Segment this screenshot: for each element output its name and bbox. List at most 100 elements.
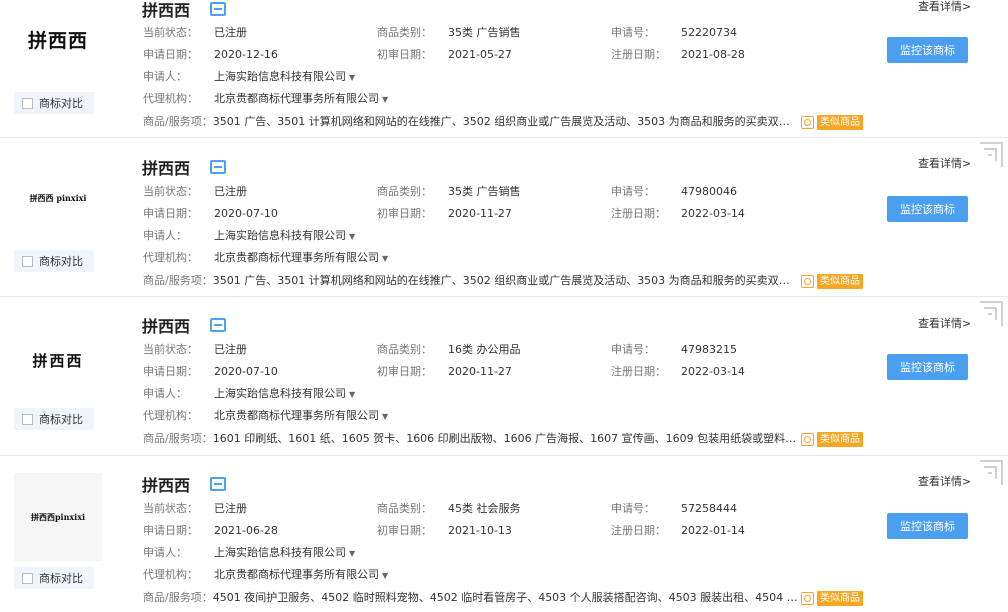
goods-label: 商品/服务项：	[143, 274, 213, 287]
agent-value: 北京贵都商标代理事务所有限公司	[214, 409, 379, 422]
goods-value: 4501 夜间护卫服务、4502 临时照料宠物、4502 临时看管房子、4503…	[212, 591, 798, 604]
agent-value: 北京贵都商标代理事务所有限公司	[214, 251, 379, 264]
agent-label: 代理机构：	[143, 251, 198, 264]
prelim-date-label: 初审日期：	[377, 365, 432, 378]
trademark-title[interactable]: 拼西西	[142, 313, 227, 337]
goods-value: 3501 广告、3501 计算机网络和网站的在线推广、3502 组织商业或广告展…	[212, 115, 798, 128]
caret-down-icon: ▼	[349, 390, 356, 399]
applicant-dropdown[interactable]: 上海实跆信息科技有限公司 ▼	[214, 69, 355, 86]
category-value: 45类 社会服务	[448, 502, 521, 515]
similar-goods-button[interactable]: 类似商品	[801, 114, 863, 130]
monitor-trademark-button[interactable]: 监控该商标	[887, 196, 968, 222]
reg-date-label: 注册日期：	[611, 207, 666, 220]
caret-down-icon: ▼	[382, 95, 389, 104]
applicant-value: 上海实跆信息科技有限公司	[214, 229, 346, 242]
applicant-dropdown[interactable]: 上海实跆信息科技有限公司 ▼	[214, 386, 355, 403]
category-label: 商品类别：	[377, 185, 432, 198]
trademark-name[interactable]: 拼西西	[142, 0, 190, 21]
applicant-label: 申请人：	[143, 229, 187, 242]
apply-date-value: 2020-07-10	[214, 207, 278, 220]
apply-date-label: 申请日期：	[143, 524, 198, 537]
status-value: 已注册	[214, 343, 247, 356]
monitor-trademark-button[interactable]: 监控该商标	[887, 37, 968, 63]
goods-label: 商品/服务项：	[143, 591, 213, 604]
view-detail-link[interactable]: 查看详情>	[918, 155, 971, 171]
trademark-title[interactable]: 拼西西	[142, 0, 227, 21]
agent-dropdown[interactable]: 北京贵都商标代理事务所有限公司 ▼	[214, 567, 388, 584]
caret-down-icon: ▼	[382, 254, 389, 263]
reg-no-value: 47983215	[681, 343, 737, 356]
agent-dropdown[interactable]: 北京贵都商标代理事务所有限公司 ▼	[214, 91, 388, 108]
monitor-trademark-button[interactable]: 监控该商标	[887, 354, 968, 380]
trademark-title[interactable]: 拼西西	[142, 155, 227, 179]
caret-down-icon: ▼	[349, 549, 356, 558]
view-detail-link[interactable]: 查看详情>	[918, 473, 971, 489]
apply-date-label: 申请日期：	[143, 48, 198, 61]
reg-no-value: 52220734	[681, 26, 737, 39]
agent-dropdown[interactable]: 北京贵都商标代理事务所有限公司 ▼	[214, 408, 388, 425]
similar-tag: 类似商品	[817, 590, 863, 606]
watermark-icon	[980, 301, 1003, 326]
applicant-dropdown[interactable]: 上海实跆信息科技有限公司 ▼	[214, 545, 355, 562]
trademark-type-icon	[210, 2, 227, 16]
similar-icon	[801, 115, 814, 129]
status-label: 当前状态：	[143, 26, 198, 39]
category-value: 16类 办公用品	[448, 343, 521, 356]
reg-date-value: 2022-03-14	[681, 207, 745, 220]
apply-date-label: 申请日期：	[143, 207, 198, 220]
reg-no-label: 申请号：	[611, 26, 655, 39]
trademark-card: 拼西西 pinxixi 商标对比 拼西西 当前状态： 已注册 商品类别： 35类…	[0, 139, 1008, 297]
view-detail-link[interactable]: 查看详情>	[918, 0, 971, 14]
trademark-card: 拼西西pinxixi 商标对比 拼西西 当前状态： 已注册 商品类别： 45类 …	[0, 457, 1008, 612]
trademark-name[interactable]: 拼西西	[142, 155, 190, 179]
prelim-date-value: 2021-10-13	[448, 524, 512, 537]
status-value: 已注册	[214, 502, 247, 515]
reg-no-label: 申请号：	[611, 343, 655, 356]
applicant-value: 上海实跆信息科技有限公司	[214, 387, 346, 400]
trademark-name[interactable]: 拼西西	[142, 472, 190, 496]
similar-tag: 类似商品	[817, 273, 863, 289]
similar-icon	[801, 432, 814, 446]
similar-tag: 类似商品	[817, 114, 863, 130]
prelim-date-label: 初审日期：	[377, 524, 432, 537]
applicant-dropdown[interactable]: 上海实跆信息科技有限公司 ▼	[214, 228, 355, 245]
agent-label: 代理机构：	[143, 409, 198, 422]
agent-dropdown[interactable]: 北京贵都商标代理事务所有限公司 ▼	[214, 250, 388, 267]
prelim-date-value: 2020-11-27	[448, 365, 512, 378]
reg-date-label: 注册日期：	[611, 48, 666, 61]
similar-goods-button[interactable]: 类似商品	[801, 431, 863, 447]
caret-down-icon: ▼	[349, 73, 356, 82]
trademark-name[interactable]: 拼西西	[142, 313, 190, 337]
trademark-card: 拼西西 商标对比 拼西西 当前状态： 已注册 商品类别： 35类 广告销售 申请…	[0, 0, 1008, 138]
trademark-title[interactable]: 拼西西	[142, 472, 227, 496]
reg-no-value: 47980046	[681, 185, 737, 198]
caret-down-icon: ▼	[382, 571, 389, 580]
trademark-type-icon	[210, 477, 227, 491]
reg-date-value: 2022-03-14	[681, 365, 745, 378]
applicant-label: 申请人：	[143, 70, 187, 83]
prelim-date-value: 2020-11-27	[448, 207, 512, 220]
prelim-date-value: 2021-05-27	[448, 48, 512, 61]
monitor-trademark-button[interactable]: 监控该商标	[887, 513, 968, 539]
prelim-date-label: 初审日期：	[377, 207, 432, 220]
similar-goods-button[interactable]: 类似商品	[801, 273, 863, 289]
agent-label: 代理机构：	[143, 568, 198, 581]
agent-value: 北京贵都商标代理事务所有限公司	[214, 568, 379, 581]
apply-date-value: 2021-06-28	[214, 524, 278, 537]
goods-value: 3501 广告、3501 计算机网络和网站的在线推广、3502 组织商业或广告展…	[212, 274, 798, 287]
category-value: 35类 广告销售	[448, 185, 521, 198]
caret-down-icon: ▼	[382, 412, 389, 421]
status-value: 已注册	[214, 185, 247, 198]
status-label: 当前状态：	[143, 502, 198, 515]
goods-services: 商品/服务项：3501 广告、3501 计算机网络和网站的在线推广、3502 组…	[143, 114, 798, 130]
similar-icon	[801, 274, 814, 288]
similar-goods-button[interactable]: 类似商品	[801, 590, 863, 606]
view-detail-link[interactable]: 查看详情>	[918, 315, 971, 331]
apply-date-value: 2020-07-10	[214, 365, 278, 378]
goods-value: 1601 印刷纸、1601 纸、1605 贺卡、1606 印刷出版物、1606 …	[212, 432, 798, 445]
similar-icon	[801, 591, 814, 605]
goods-services: 商品/服务项：4501 夜间护卫服务、4502 临时照料宠物、4502 临时看管…	[143, 590, 798, 606]
applicant-label: 申请人：	[143, 546, 187, 559]
applicant-label: 申请人：	[143, 387, 187, 400]
category-label: 商品类别：	[377, 502, 432, 515]
